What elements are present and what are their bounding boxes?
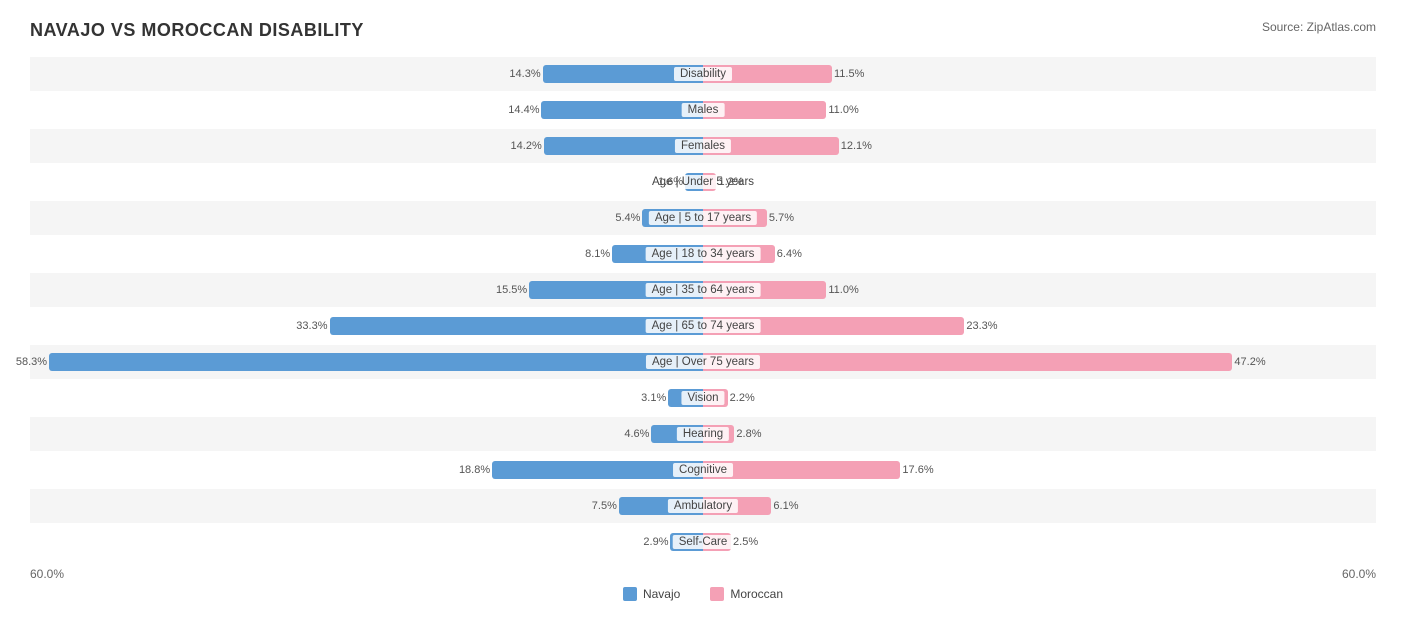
bar-row: Ambulatory 7.5% 6.1% [30,489,1376,523]
chart-header: NAVAJO VS MOROCCAN DISABILITY Source: Zi… [30,20,1376,41]
bar-category-label: Females [675,139,731,153]
bar-category-label: Age | 5 to 17 years [649,211,757,225]
bar-left-value: 33.3% [296,320,327,332]
bar-category-label: Age | 18 to 34 years [646,247,761,261]
bar-left-value: 58.3% [16,356,47,368]
bar-row: Age | 65 to 74 years 33.3% 23.3% [30,309,1376,343]
bar-left-value: 5.4% [615,212,640,224]
bar-left-value: 14.3% [509,68,540,80]
bar-right-value: 11.5% [834,68,864,80]
chart-source: Source: ZipAtlas.com [1262,20,1376,34]
bar-right-value: 47.2% [1234,356,1265,368]
bar-left-value: 18.8% [459,464,490,476]
axis-labels: 60.0% 60.0% [30,567,1376,581]
bar-right-value: 17.6% [902,464,933,476]
bar-left-value: 2.9% [643,536,668,548]
bar-left-value: 14.4% [508,104,539,116]
bar-row: Cognitive 18.8% 17.6% [30,453,1376,487]
bar-category-label: Self-Care [673,535,734,549]
bar-right-value: 1.2% [718,176,743,188]
bar-navajo [541,101,703,119]
bar-row: Vision 3.1% 2.2% [30,381,1376,415]
chart-title: NAVAJO VS MOROCCAN DISABILITY [30,20,364,41]
bar-right-value: 2.2% [730,392,755,404]
bar-left-value: 15.5% [496,284,527,296]
chart-area: Disability 14.3% 11.5% Males 14.4% 11.0% [30,57,1376,559]
bar-category-label: Ambulatory [668,499,738,513]
bar-right-value: 11.0% [828,104,858,116]
bar-row: Males 14.4% 11.0% [30,93,1376,127]
bar-left-value: 14.2% [511,140,542,152]
bar-category-label: Age | 35 to 64 years [646,283,761,297]
bar-navajo [49,353,703,371]
bar-row: Self-Care 2.9% 2.5% [30,525,1376,559]
navajo-color-box [623,587,637,601]
bar-row: Age | 5 to 17 years 5.4% 5.7% [30,201,1376,235]
bar-left-value: 8.1% [585,248,610,260]
bar-category-label: Disability [674,67,732,81]
bar-right-value: 2.5% [733,536,758,548]
bar-category-label: Hearing [677,427,729,441]
bar-category-label: Cognitive [673,463,733,477]
bar-row: Age | 35 to 64 years 15.5% 11.0% [30,273,1376,307]
axis-right: 60.0% [1342,567,1376,581]
bar-navajo [492,461,703,479]
legend-navajo: Navajo [623,587,680,601]
bar-row: Age | 18 to 34 years 8.1% 6.4% [30,237,1376,271]
bar-left-value: 3.1% [641,392,666,404]
bar-right-value: 2.8% [736,428,761,440]
bar-row: Hearing 4.6% 2.8% [30,417,1376,451]
bar-left-value: 4.6% [624,428,649,440]
moroccan-label: Moroccan [730,587,783,601]
bar-category-label: Males [682,103,725,117]
bar-row: Age | Under 5 years 1.6% 1.2% [30,165,1376,199]
bar-right-value: 23.3% [966,320,997,332]
moroccan-color-box [710,587,724,601]
bar-row: Disability 14.3% 11.5% [30,57,1376,91]
axis-left: 60.0% [30,567,64,581]
bar-row: Females 14.2% 12.1% [30,129,1376,163]
bar-category-label: Vision [681,391,724,405]
navajo-label: Navajo [643,587,680,601]
legend-moroccan: Moroccan [710,587,783,601]
bar-right-value: 12.1% [841,140,872,152]
bar-moroccan [703,353,1232,371]
bar-right-value: 11.0% [828,284,858,296]
legend: Navajo Moroccan [30,587,1376,601]
bar-left-value: 1.6% [658,176,683,188]
bar-category-label: Age | Over 75 years [646,355,760,369]
bar-right-value: 5.7% [769,212,794,224]
bar-right-value: 6.1% [773,500,798,512]
bar-row: Age | Over 75 years 58.3% 47.2% [30,345,1376,379]
bar-right-value: 6.4% [777,248,802,260]
bar-left-value: 7.5% [592,500,617,512]
bar-category-label: Age | 65 to 74 years [646,319,761,333]
